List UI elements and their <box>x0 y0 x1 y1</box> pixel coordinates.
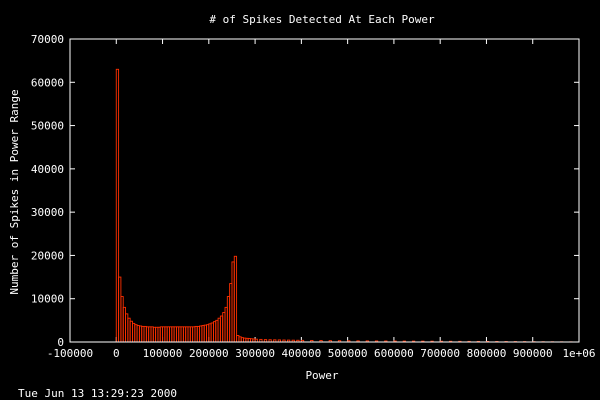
x-tick-label: 300000 <box>235 347 275 360</box>
y-tick-label: 20000 <box>31 249 64 262</box>
x-tick-label: 200000 <box>189 347 229 360</box>
x-tick-label: 1e+06 <box>562 347 595 360</box>
x-axis-label: Power <box>305 369 338 382</box>
y-tick-label: 30000 <box>31 206 64 219</box>
y-tick-label: 10000 <box>31 293 64 306</box>
chart-background <box>0 0 600 400</box>
chart-title: # of Spikes Detected At Each Power <box>209 13 435 26</box>
x-tick-label: 500000 <box>328 347 368 360</box>
y-tick-label: 40000 <box>31 163 64 176</box>
y-tick-label: 60000 <box>31 76 64 89</box>
x-tick-label: 800000 <box>467 347 507 360</box>
x-tick-label: 400000 <box>281 347 321 360</box>
x-tick-label: 100000 <box>143 347 183 360</box>
y-tick-label: 50000 <box>31 120 64 133</box>
x-tick-label: 900000 <box>513 347 553 360</box>
y-tick-label: 0 <box>57 336 64 349</box>
x-tick-label: -100000 <box>47 347 93 360</box>
y-axis-label: Number of Spikes in Power Range <box>8 89 21 294</box>
chart: -100000 0 100000 200000 300000 400000 500000 60… <box>0 0 600 400</box>
x-tick-label: 0 <box>113 347 120 360</box>
x-tick-label: 600000 <box>374 347 414 360</box>
timestamp: Tue Jun 13 13:29:23 2000 <box>18 387 177 400</box>
y-tick-label: 70000 <box>31 33 64 46</box>
x-tick-label: 700000 <box>420 347 460 360</box>
